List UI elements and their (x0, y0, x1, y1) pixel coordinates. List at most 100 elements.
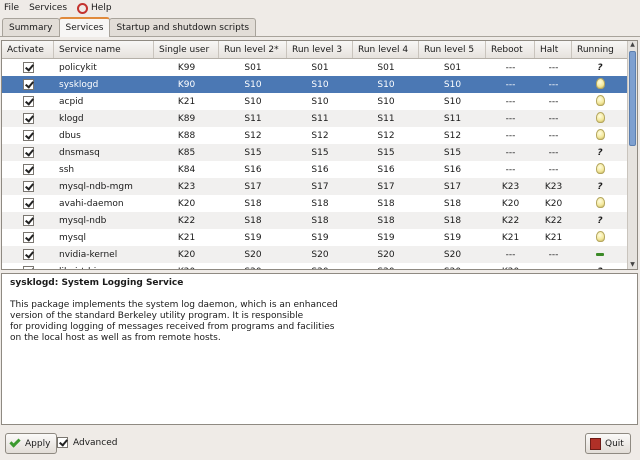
rl2-cell: S01 (244, 62, 262, 73)
activate-checkbox[interactable] (22, 96, 34, 107)
activate-checkbox[interactable] (22, 62, 34, 73)
rl4-cell: S10 (377, 96, 395, 107)
rl4-cell: S16 (377, 164, 395, 175)
activate-checkbox[interactable] (22, 266, 34, 269)
reboot-cell: K21 (501, 232, 520, 243)
col-single-user[interactable]: Single user (154, 41, 219, 58)
table-row[interactable]: ssh K84 S16 S16 S16 S16 --- --- (2, 161, 628, 178)
col-run-level-5[interactable]: Run level 5 (419, 41, 486, 58)
col-service-name[interactable]: Service name (54, 41, 154, 58)
activate-checkbox[interactable] (22, 198, 34, 209)
question-icon: ? (597, 215, 603, 226)
col-running[interactable]: Running (572, 41, 628, 58)
single-cell: K85 (177, 147, 196, 158)
service-name-cell: avahi-daemon (59, 198, 124, 209)
col-run-level-2[interactable]: Run level 2* (219, 41, 287, 58)
col-halt[interactable]: Halt (535, 41, 572, 58)
reboot-cell: --- (505, 96, 516, 107)
service-name-cell: acpid (59, 96, 84, 107)
rl3-cell: S19 (311, 232, 329, 243)
lightbulb-icon (595, 128, 605, 140)
activate-cell (2, 164, 54, 175)
activate-checkbox[interactable] (22, 147, 34, 158)
table-row[interactable]: avahi-daemon K20 S18 S18 S18 S18 K20 K20 (2, 195, 628, 212)
activate-checkbox[interactable] (22, 113, 34, 124)
question-icon: ? (597, 147, 603, 158)
rl3-cell: S16 (311, 164, 329, 175)
scroll-down-arrow-icon[interactable]: ▼ (629, 261, 636, 269)
table-row[interactable]: libvirt-binK20S20S20S20S20K20---? (2, 263, 628, 270)
table-row[interactable]: acpid K21 S10 S10 S10 S10 --- --- (2, 93, 628, 110)
single-cell: K23 (177, 181, 196, 192)
advanced-label: Advanced (73, 437, 118, 448)
reboot-cell: K20 (486, 267, 535, 270)
activate-checkbox[interactable] (22, 181, 34, 192)
activate-checkbox[interactable] (22, 215, 34, 226)
tab-summary[interactable]: Summary (2, 18, 60, 37)
table-row[interactable]: policykit K99 S01 S01 S01 S01 --- ---? (2, 59, 628, 76)
scrollbar-thumb[interactable] (629, 51, 636, 146)
rl5-cell: S17 (443, 181, 462, 192)
col-activate[interactable]: Activate (2, 41, 54, 58)
rl2-cell: S18 (244, 215, 262, 226)
vertical-scrollbar[interactable]: ▲ ▼ (627, 41, 637, 269)
tab-startup-shutdown-scripts[interactable]: Startup and shutdown scripts (109, 18, 257, 37)
scroll-up-arrow-icon[interactable]: ▲ (629, 41, 636, 49)
rl4-cell: S12 (377, 130, 395, 141)
table-header: Activate Service name Single user Run le… (2, 41, 628, 59)
activate-checkbox[interactable] (22, 79, 34, 90)
service-name-cell: klogd (59, 113, 84, 124)
menu-services[interactable]: Services (29, 3, 67, 13)
table-row[interactable]: mysql K21 S19 S19 S19 S19 K21 K21 (2, 229, 628, 246)
table-body: policykit K99 S01 S01 S01 S01 --- ---? sysklogd K… (2, 59, 628, 270)
col-run-level-4[interactable]: Run level 4 (353, 41, 419, 58)
lightbulb-icon (595, 196, 605, 208)
halt-cell: --- (535, 267, 572, 270)
reboot-cell: --- (505, 249, 516, 260)
advanced-toggle[interactable]: Advanced (57, 437, 117, 448)
menu-help[interactable]: Help (77, 2, 112, 14)
activate-cell (2, 130, 54, 141)
rl4-cell: S18 (377, 215, 395, 226)
col-reboot[interactable]: Reboot (486, 41, 535, 58)
halt-cell: K20 (544, 198, 563, 209)
reboot-cell: K23 (501, 181, 520, 192)
table-row[interactable]: mysql-ndb-mgm K23 S17 S17 S17 S17 K23 K23? (2, 178, 628, 195)
single-cell: K84 (177, 164, 196, 175)
activate-cell (2, 79, 54, 90)
col-run-level-3[interactable]: Run level 3 (287, 41, 353, 58)
table-row[interactable]: klogd K89 S11 S11 S11 S11 --- --- (2, 110, 628, 127)
menu-help-label: Help (91, 3, 112, 13)
halt-cell: --- (548, 96, 559, 107)
apply-button[interactable]: Apply (5, 433, 58, 454)
tab-services[interactable]: Services (58, 17, 111, 37)
table-row[interactable]: mysql-ndb K22 S18 S18 S18 S18 K22 K22? (2, 212, 628, 229)
halt-cell: --- (548, 62, 559, 73)
rl3-cell: S10 (311, 79, 329, 90)
running-cell: ? (572, 63, 628, 73)
activate-checkbox[interactable] (22, 249, 34, 260)
services-panel: Activate Service name Single user Run le… (0, 36, 640, 426)
exit-door-icon (590, 437, 601, 450)
table-row[interactable]: dbus K88 S12 S12 S12 S12 --- --- (2, 127, 628, 144)
activate-checkbox[interactable] (22, 164, 34, 175)
table-row[interactable]: dnsmasq K85 S15 S15 S15 S15 --- ---? (2, 144, 628, 161)
running-cell (572, 94, 628, 109)
activate-checkbox[interactable] (22, 130, 34, 141)
quit-button[interactable]: Quit (585, 433, 631, 454)
service-name-cell: nvidia-kernel (59, 249, 118, 260)
menu-file[interactable]: File (4, 3, 19, 13)
single-cell: K20 (177, 198, 196, 209)
rl3-cell: S15 (311, 147, 329, 158)
activate-checkbox[interactable] (22, 232, 34, 243)
description-line: This package implements the system log d… (10, 300, 338, 310)
services-table: Activate Service name Single user Run le… (1, 40, 638, 270)
rl3-cell: S17 (311, 181, 329, 192)
running-cell (572, 111, 628, 126)
service-name-cell: mysql-ndb (59, 215, 107, 226)
table-row[interactable]: sysklogd K90 S10 S10 S10 S10 --- --- (2, 76, 628, 93)
advanced-checkbox[interactable] (57, 437, 68, 448)
question-icon: ? (597, 62, 603, 73)
table-row[interactable]: nvidia-kernel K20 S20 S20 S20 S20 --- --- (2, 246, 628, 263)
rl2-cell: S17 (244, 181, 262, 192)
